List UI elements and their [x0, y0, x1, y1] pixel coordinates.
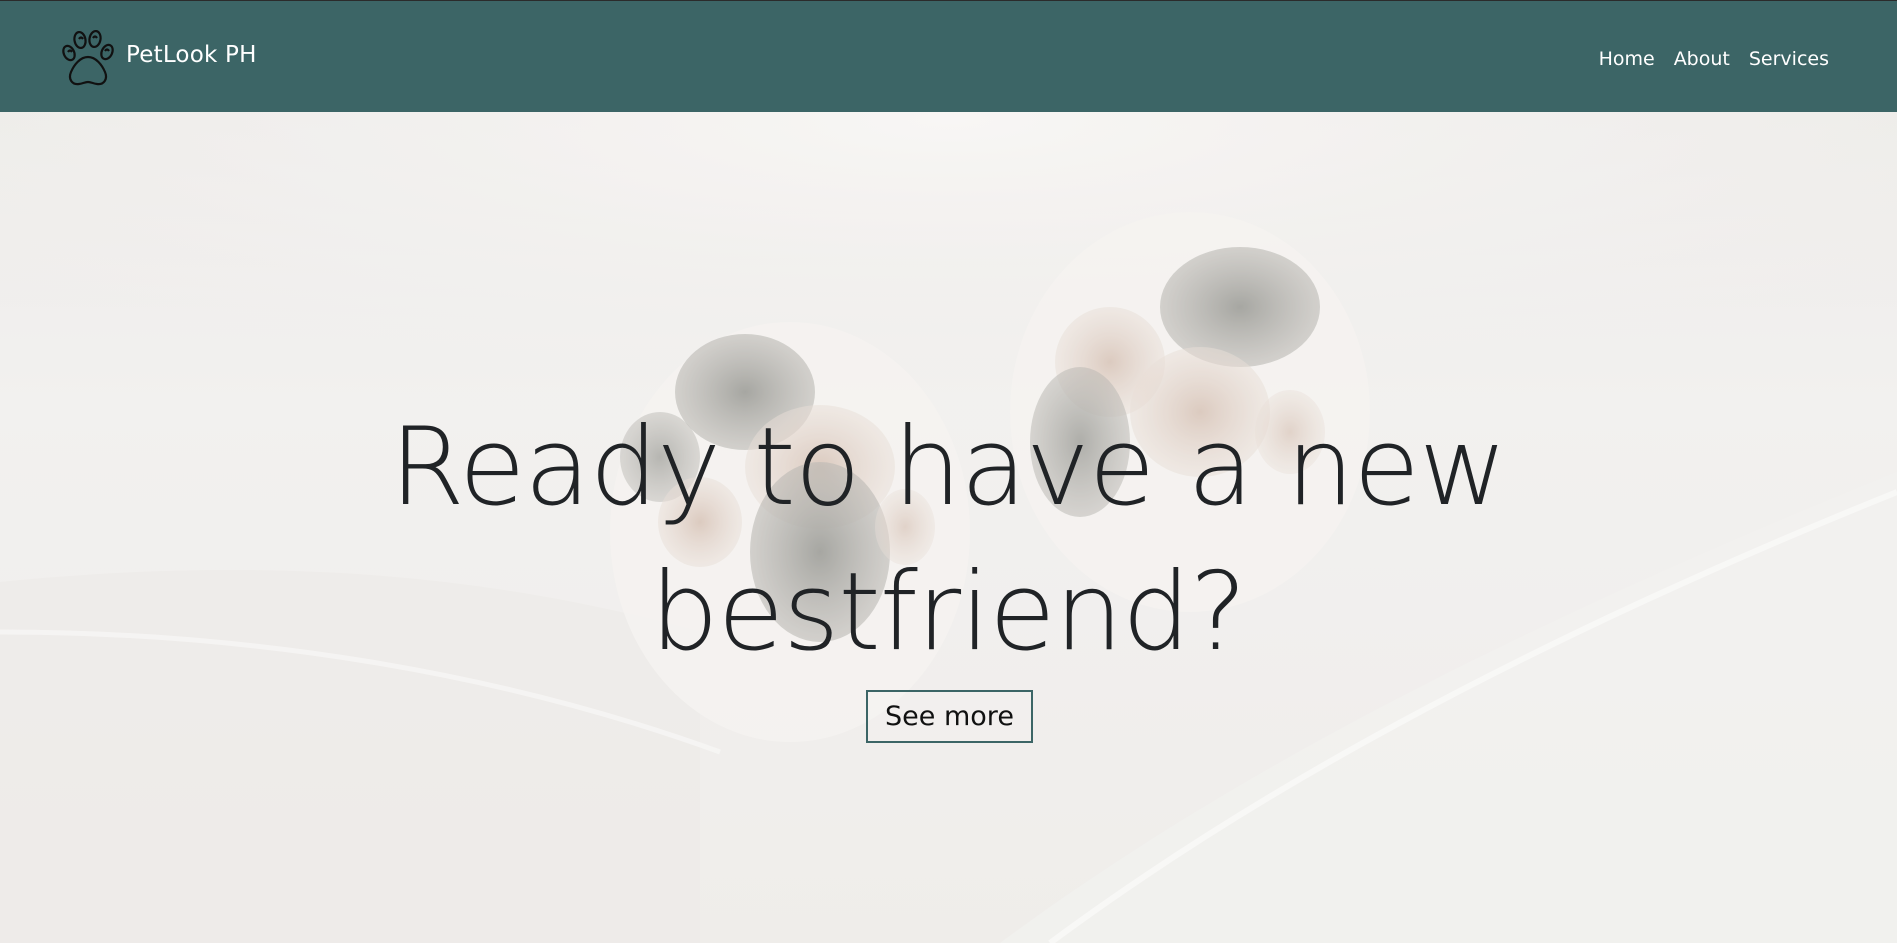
hero-heading-line1: Ready to have a new	[389, 405, 1507, 530]
see-more-button[interactable]: See more	[866, 690, 1033, 743]
nav-item-home: Home	[1599, 48, 1655, 70]
hero-content: Ready to have a new bestfriend? See more	[0, 112, 1897, 943]
hero-heading: Ready to have a new bestfriend?	[298, 395, 1598, 685]
nav-item-about: About	[1674, 48, 1730, 70]
nav-link-services[interactable]: Services	[1749, 48, 1829, 70]
nav-links: Home About Services	[1599, 48, 1829, 70]
paw-icon	[62, 29, 114, 85]
nav-link-about[interactable]: About	[1674, 48, 1730, 70]
navbar: PetLook PH Home About Services	[0, 0, 1897, 112]
brand-name: PetLook PH	[126, 41, 257, 68]
nav-item-services: Services	[1749, 48, 1829, 70]
hero-section: Ready to have a new bestfriend? See more	[0, 112, 1897, 943]
hero-heading-line2: bestfriend?	[650, 550, 1247, 675]
nav-link-home[interactable]: Home	[1599, 48, 1655, 70]
brand-link[interactable]: PetLook PH	[60, 27, 257, 87]
